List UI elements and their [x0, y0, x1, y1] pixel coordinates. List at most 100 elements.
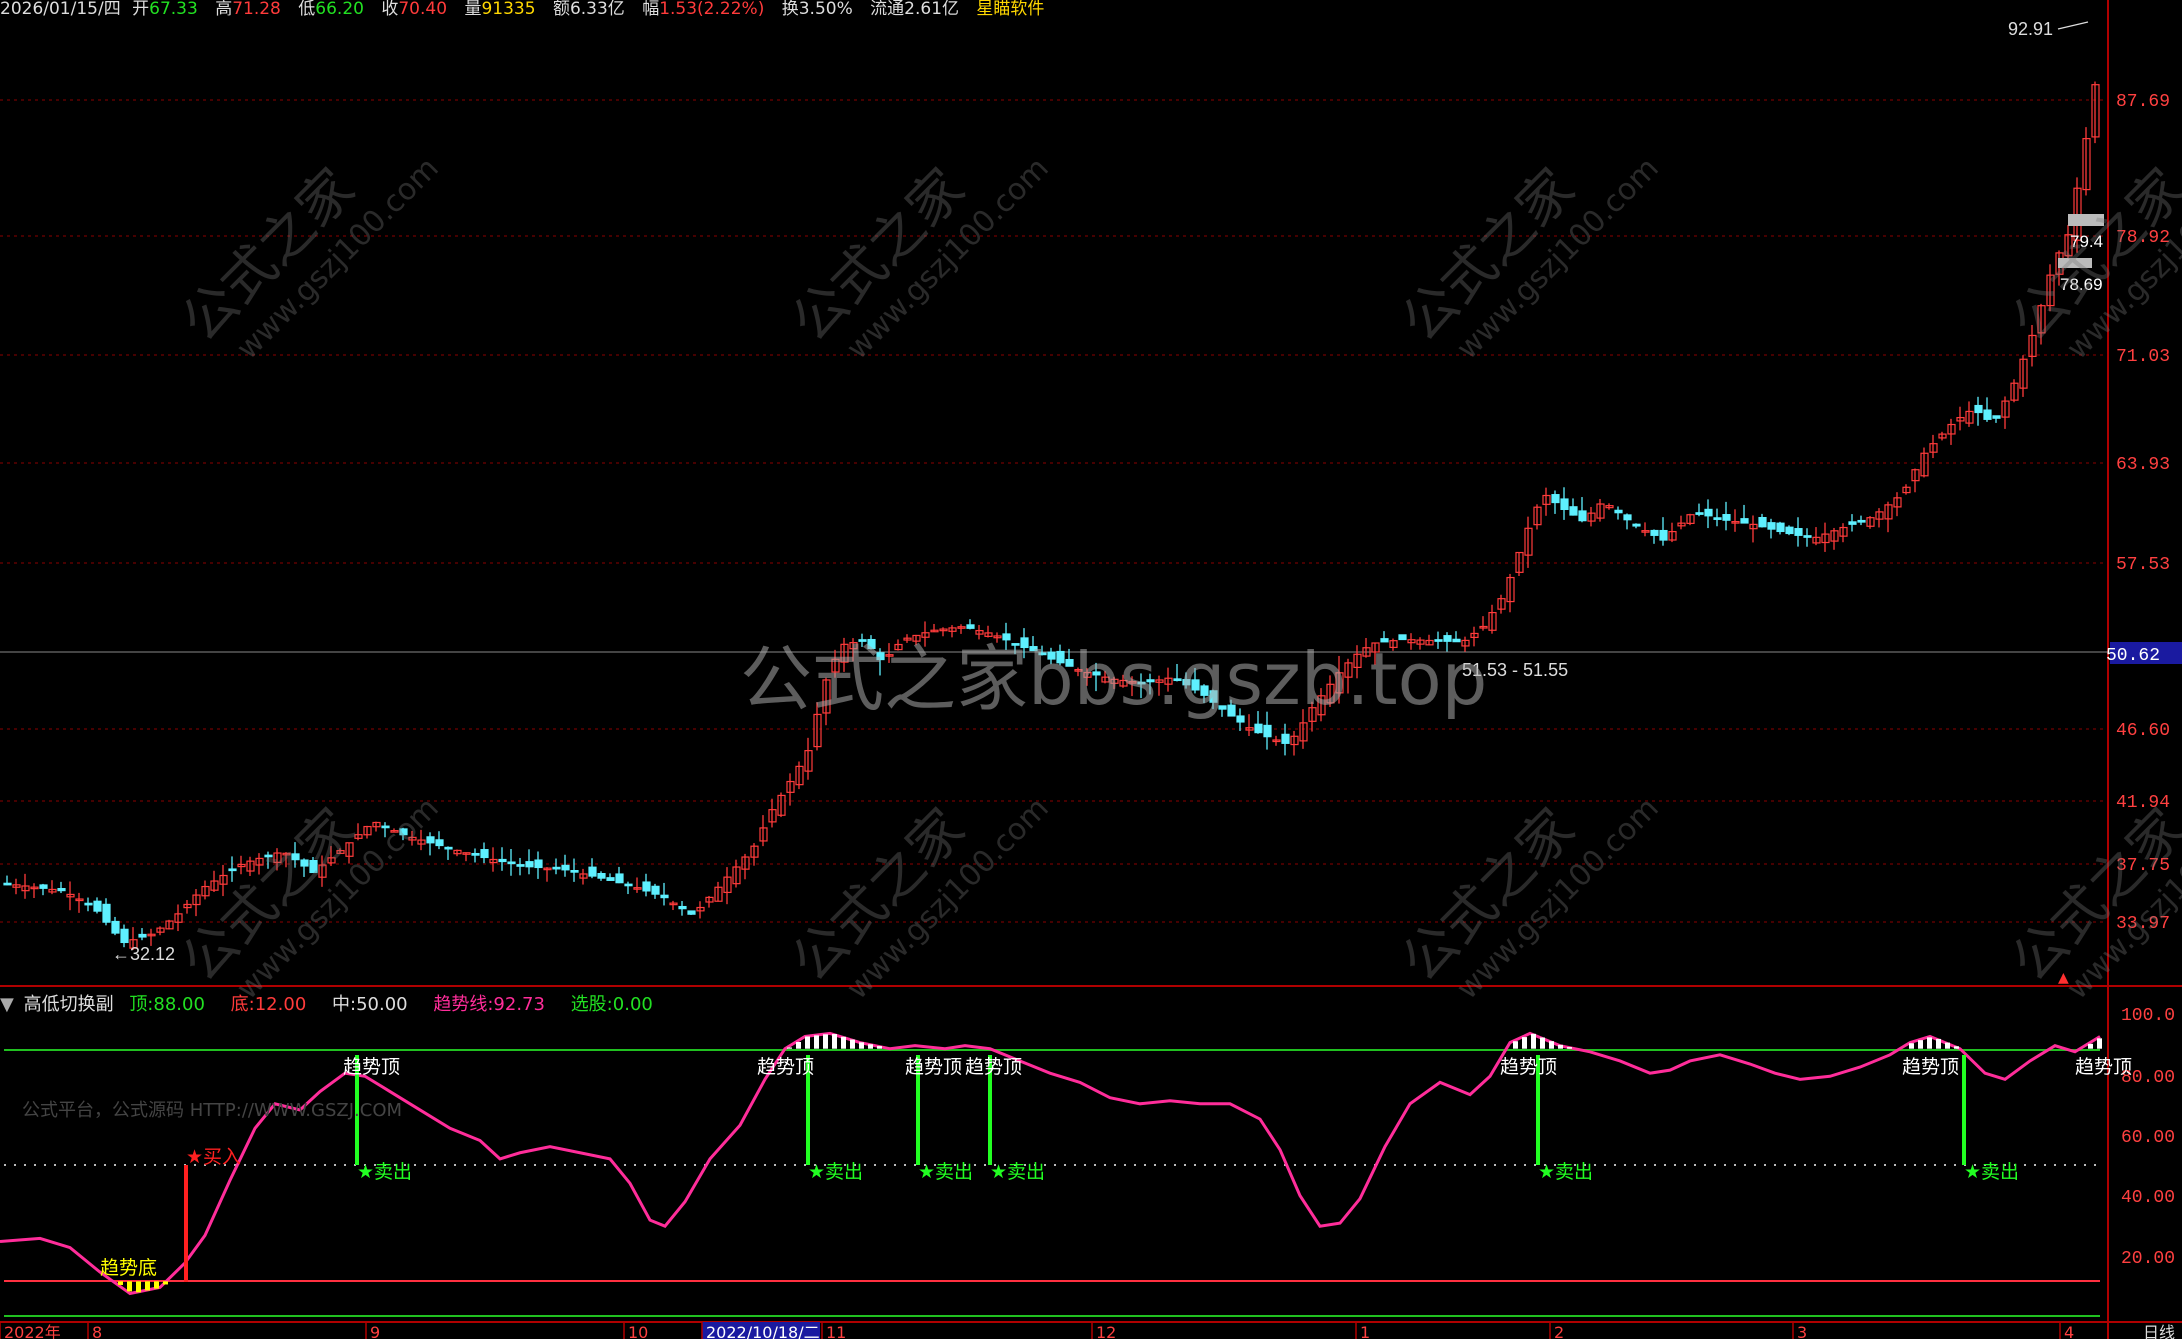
- ind-top-label: 顶:: [129, 994, 154, 1015]
- price-tick-label: 71.03: [2116, 347, 2170, 367]
- software-name: 星瞄软件: [976, 0, 1045, 19]
- volume-value: 91335: [481, 0, 536, 19]
- trend-top-bar: [1909, 1043, 1914, 1049]
- ind-mid-value: 50.00: [356, 994, 408, 1015]
- trend-top-bar: [1927, 1037, 1932, 1049]
- float-group: 流通2.61亿: [870, 0, 965, 19]
- indicator-header: ▼ 高低切换副 顶:88.00 底:12.00 中:50.00 趋势线:92.7…: [0, 990, 673, 1015]
- candle-down: [1650, 529, 1659, 536]
- high-value: 71.28: [232, 0, 281, 19]
- candle-down: [687, 910, 696, 915]
- trend-top-bar: [1513, 1041, 1518, 1049]
- buy-signal-label: ★买入: [186, 1146, 241, 1168]
- candle-down: [660, 894, 669, 899]
- trend-bottom-label: 趋势底: [100, 1257, 157, 1279]
- candle-down: [111, 920, 120, 934]
- trend-top-bar: [859, 1042, 864, 1049]
- candle-down: [498, 858, 507, 863]
- candle-down: [606, 877, 615, 881]
- trend-top-bar: [787, 1047, 792, 1049]
- indicator-name[interactable]: 高低切换副: [24, 994, 114, 1015]
- sell-signal-label: ★卖出: [918, 1161, 973, 1183]
- low-marker-label: ←32.12: [112, 944, 175, 964]
- trend-top-bar: [850, 1039, 855, 1049]
- indicator-collapse-icon[interactable]: ▼: [0, 994, 14, 1015]
- candle-down: [597, 873, 606, 879]
- candle-down: [102, 903, 111, 923]
- candle-down: [1632, 523, 1641, 527]
- turnover-value: 3.50%: [798, 0, 853, 19]
- indicator-tick-label: 40.00: [2121, 1188, 2175, 1208]
- time-axis-label: 3: [1797, 1323, 1807, 1339]
- ind-mid-label: 中:: [332, 994, 357, 1015]
- candle-down: [39, 884, 48, 889]
- change-value: 1.53(2.22%): [659, 0, 765, 19]
- candle-down: [1623, 514, 1632, 521]
- candle-down: [534, 859, 543, 869]
- ind-bottom-group: 底:12.00: [231, 994, 317, 1015]
- candle-down: [3, 882, 12, 886]
- trend-top-bar: [1531, 1033, 1536, 1049]
- trend-bottom-bar: [154, 1281, 159, 1289]
- trend-top-bar: [796, 1041, 801, 1049]
- trend-top-bar: [1540, 1037, 1545, 1049]
- open-label: 开: [132, 0, 150, 19]
- current-price-label: 50.62: [2106, 646, 2160, 666]
- change-label: 幅: [642, 0, 660, 19]
- close-label: 收: [381, 0, 399, 19]
- candle-down: [1614, 509, 1623, 514]
- trend-top-label: 趋势顶: [343, 1056, 400, 1078]
- candle-down: [435, 839, 444, 847]
- quote-info-bar: 2026/01/15/四 开67.33 高71.28 低66.20 收70.40…: [0, 0, 1050, 19]
- trend-top-bar: [1936, 1038, 1941, 1049]
- time-axis-label: 1: [1360, 1323, 1370, 1339]
- time-axis-label: 12: [1096, 1323, 1116, 1339]
- candle-down: [93, 900, 102, 912]
- time-axis-label: 2022年: [4, 1323, 61, 1339]
- chart-stage[interactable]: 87.69 78.92 71.03 63.93 57.53 46.60 41.94 37.75…: [0, 0, 2182, 1339]
- float-value: 2.61亿: [904, 0, 960, 19]
- amount-value: 6.33亿: [569, 0, 625, 19]
- candle-down: [561, 864, 570, 871]
- candle-down: [651, 885, 660, 895]
- trend-top-bar: [868, 1044, 873, 1049]
- high-marker-arrow: [2057, 21, 2089, 30]
- candle-down: [1722, 514, 1731, 521]
- price-tick-label: 46.60: [2116, 721, 2170, 741]
- trend-top-bar: [1549, 1041, 1554, 1049]
- amount-group: 额6.33亿: [553, 0, 631, 19]
- ind-bottom-label: 底:: [230, 994, 255, 1015]
- trend-top-bar: [805, 1036, 810, 1049]
- candle-down: [624, 883, 633, 887]
- period-label: 日线: [2143, 1323, 2175, 1339]
- candle-down: [138, 933, 147, 938]
- trend-top-bar: [1918, 1040, 1923, 1049]
- trend-top-bar: [1567, 1047, 1572, 1049]
- trend-bottom-bar: [145, 1281, 150, 1291]
- indicator-watermark: 公式平台，公式源码 HTTP://WWW.GSZJ.COM: [22, 1100, 403, 1121]
- trend-line: [0, 1031, 2101, 1296]
- price-tick-label: 87.69: [2116, 92, 2170, 112]
- ind-trend-group: 趋势线:92.73: [433, 994, 555, 1015]
- sell-signal-label: ★卖出: [1538, 1161, 1593, 1183]
- candle-down: [1704, 508, 1713, 517]
- candle-down: [471, 852, 480, 856]
- trend-top-bar: [1558, 1044, 1563, 1049]
- time-axis-label: 8: [92, 1323, 102, 1339]
- candle-down: [525, 861, 534, 868]
- volume-label: 量: [464, 0, 482, 19]
- ind-pick-label: 选股:: [570, 994, 613, 1015]
- candle-down: [1569, 506, 1578, 516]
- float-label: 流通: [870, 0, 905, 19]
- open-value: 67.33: [149, 0, 198, 19]
- trend-top-label: 趋势顶: [1500, 1056, 1557, 1078]
- trend-bottom-bar: [136, 1281, 141, 1293]
- candle-down: [1758, 517, 1767, 528]
- candle-down: [1713, 517, 1722, 520]
- trend-top-label: 趋势顶: [905, 1056, 962, 1078]
- candle-down: [588, 866, 597, 877]
- candle-down: [120, 928, 129, 944]
- candle-down: [1983, 409, 1992, 420]
- trend-top-bar: [832, 1034, 837, 1049]
- candle-down: [1263, 724, 1272, 738]
